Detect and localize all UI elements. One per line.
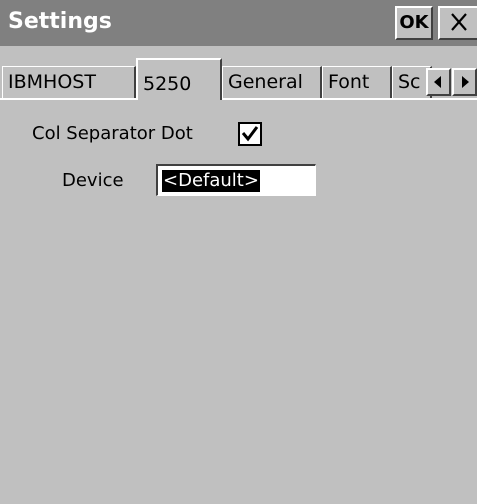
tab-general[interactable]: General bbox=[222, 66, 322, 99]
tab-ibmhost[interactable]: IBMHOST bbox=[2, 66, 136, 99]
col-separator-checkbox[interactable] bbox=[238, 122, 262, 146]
arrow-right-icon bbox=[462, 76, 469, 88]
title-bar: Settings OK bbox=[0, 0, 477, 46]
close-button[interactable] bbox=[438, 6, 477, 40]
arrow-left-icon bbox=[434, 76, 441, 88]
checkmark-icon bbox=[241, 126, 259, 142]
device-value: <Default> bbox=[162, 170, 260, 192]
close-icon bbox=[451, 13, 467, 31]
tab-font[interactable]: Font bbox=[322, 66, 392, 99]
device-label: Device bbox=[62, 170, 124, 191]
device-field[interactable]: <Default> bbox=[156, 164, 316, 196]
tab-scroll-left-button[interactable] bbox=[426, 68, 451, 96]
window-title: Settings bbox=[8, 9, 112, 34]
tab-strip: IBMHOST 5250 General Font Sc bbox=[0, 46, 477, 100]
tab-divider bbox=[0, 98, 477, 100]
ok-button[interactable]: OK bbox=[395, 6, 433, 40]
col-separator-label: Col Separator Dot bbox=[32, 123, 193, 144]
tab-5250[interactable]: 5250 bbox=[136, 58, 222, 100]
tab-scroll-right-button[interactable] bbox=[452, 68, 477, 96]
